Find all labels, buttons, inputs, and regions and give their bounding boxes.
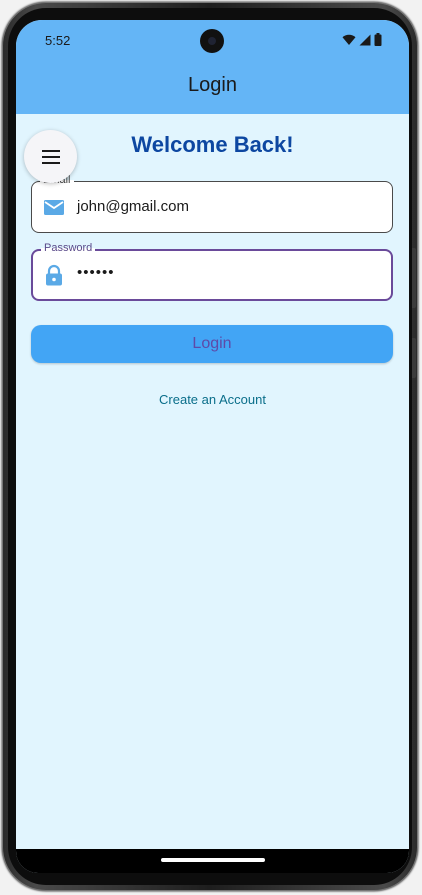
create-account-link[interactable]: Create an Account <box>16 392 409 407</box>
status-time: 5:52 <box>45 33 71 48</box>
navigation-bar <box>16 849 409 873</box>
signal-icon <box>359 34 371 45</box>
battery-icon <box>374 33 382 46</box>
front-camera <box>200 29 224 53</box>
password-label: Password <box>41 241 96 255</box>
menu-button[interactable] <box>24 130 77 183</box>
status-icons <box>342 33 382 46</box>
mail-icon <box>44 200 64 215</box>
status-bar: 5:52 <box>16 20 409 60</box>
password-value: •••••• <box>77 264 115 281</box>
password-field[interactable]: Password •••••• <box>31 241 393 301</box>
menu-icon <box>41 149 60 164</box>
home-indicator[interactable] <box>161 858 265 862</box>
volume-button <box>412 248 416 308</box>
login-button[interactable]: Login <box>31 325 393 363</box>
lock-icon <box>46 264 62 286</box>
power-button <box>412 338 416 378</box>
app-bar: Login <box>16 60 409 114</box>
app-bar-title: Login <box>188 74 237 96</box>
email-field[interactable]: Email john@gmail.com <box>31 173 393 233</box>
wifi-icon <box>342 34 356 45</box>
phone-frame: 5:52 Login Welcome Back! john@gmail.com … <box>2 2 418 891</box>
email-value: john@gmail.com <box>77 198 189 215</box>
app-screen: 5:52 Login Welcome Back! john@gmail.com … <box>16 20 409 873</box>
